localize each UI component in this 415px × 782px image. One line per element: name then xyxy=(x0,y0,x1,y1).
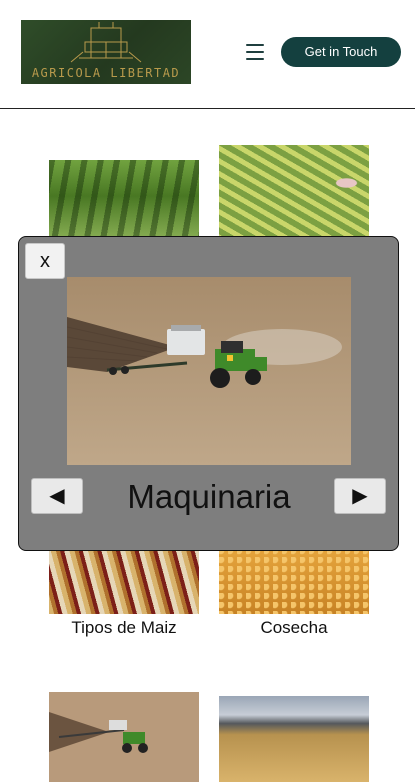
gallery-image-cosecha[interactable] xyxy=(219,548,369,614)
site-logo[interactable]: AGRICOLA LIBERTAD xyxy=(21,20,191,84)
site-header: AGRICOLA LIBERTAD Get in Touch xyxy=(0,0,415,110)
gallery-image-transporte[interactable] xyxy=(219,696,369,782)
lightbox-modal: x ◀ Maquinaria ▶ xyxy=(18,236,399,551)
prev-button[interactable]: ◀ xyxy=(31,478,83,514)
gallery-image-recoleccion[interactable] xyxy=(219,145,369,240)
tractor-field-photo xyxy=(67,277,351,465)
lightbox-title: Maquinaria xyxy=(127,478,291,515)
menu-icon[interactable] xyxy=(244,42,268,62)
close-button[interactable]: x xyxy=(25,243,65,279)
gallery-image-cultivo[interactable] xyxy=(49,160,199,240)
lightbox-image xyxy=(67,277,351,465)
gallery-image-tipos-de-maiz[interactable] xyxy=(49,548,199,614)
header-divider xyxy=(0,108,415,109)
tractor-field-image xyxy=(49,692,199,782)
gallery-image-maquinaria[interactable] xyxy=(49,692,199,782)
logo-wordmark: AGRICOLA LIBERTAD xyxy=(31,66,181,80)
get-in-touch-button[interactable]: Get in Touch xyxy=(281,37,401,67)
caption-tipos-de-maiz: Tipos de Maiz xyxy=(71,618,177,637)
caption-cosecha: Cosecha xyxy=(260,618,328,637)
next-button[interactable]: ▶ xyxy=(334,478,386,514)
